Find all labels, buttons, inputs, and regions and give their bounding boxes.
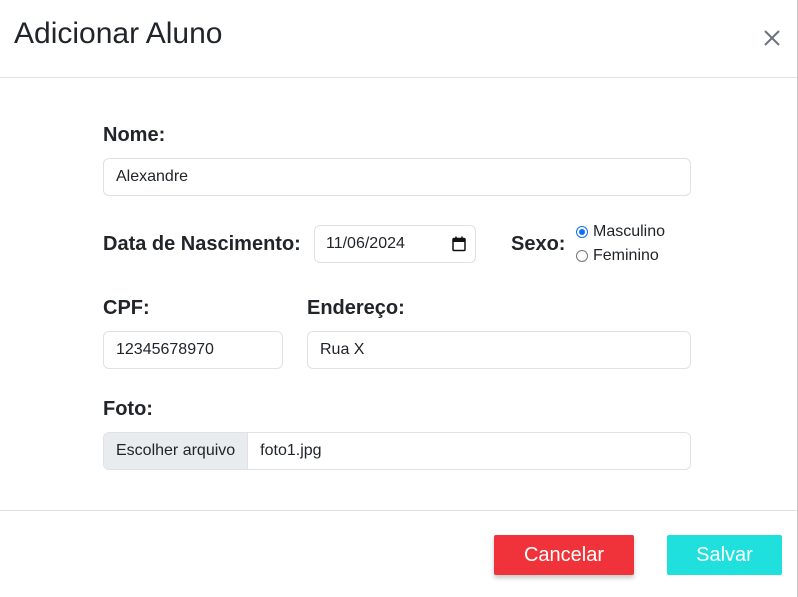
- sex-label: Sexo:: [511, 233, 566, 255]
- radio-feminino[interactable]: [576, 250, 588, 262]
- photo-file-input[interactable]: Escolher arquivo foto1.jpg: [103, 432, 691, 470]
- photo-label: Foto:: [103, 398, 153, 420]
- radio-option-feminino[interactable]: Feminino: [576, 246, 659, 266]
- radio-option-masculino[interactable]: Masculino: [576, 222, 665, 242]
- birthdate-input[interactable]: 11/06/2024: [314, 225, 476, 263]
- address-label: Endereço:: [307, 297, 405, 319]
- address-input[interactable]: Rua X: [307, 331, 691, 369]
- radio-masculino-label: Masculino: [593, 223, 666, 240]
- name-label: Nome:: [103, 124, 166, 146]
- choose-file-button[interactable]: Escolher arquivo: [104, 433, 249, 469]
- modal-title: Adicionar Aluno: [14, 17, 223, 50]
- name-input[interactable]: Alexandre: [103, 158, 691, 196]
- file-name: foto1.jpg: [260, 442, 322, 459]
- birthdate-value: 11/06/2024: [326, 235, 405, 252]
- radio-feminino-label: Feminino: [593, 247, 659, 264]
- save-button[interactable]: Salvar: [667, 535, 782, 575]
- cancel-button[interactable]: Cancelar: [494, 535, 634, 575]
- cpf-input[interactable]: 12345678970: [103, 331, 283, 369]
- close-button[interactable]: [758, 24, 786, 52]
- add-student-modal: Adicionar Aluno Nome: Alexandre Data de …: [0, 0, 798, 597]
- cpf-label: CPF:: [103, 297, 150, 319]
- radio-masculino[interactable]: [576, 226, 588, 238]
- birthdate-label: Data de Nascimento:: [103, 233, 301, 255]
- modal-header: Adicionar Aluno: [0, 0, 797, 78]
- close-icon: [764, 30, 780, 46]
- calendar-icon[interactable]: [452, 236, 466, 252]
